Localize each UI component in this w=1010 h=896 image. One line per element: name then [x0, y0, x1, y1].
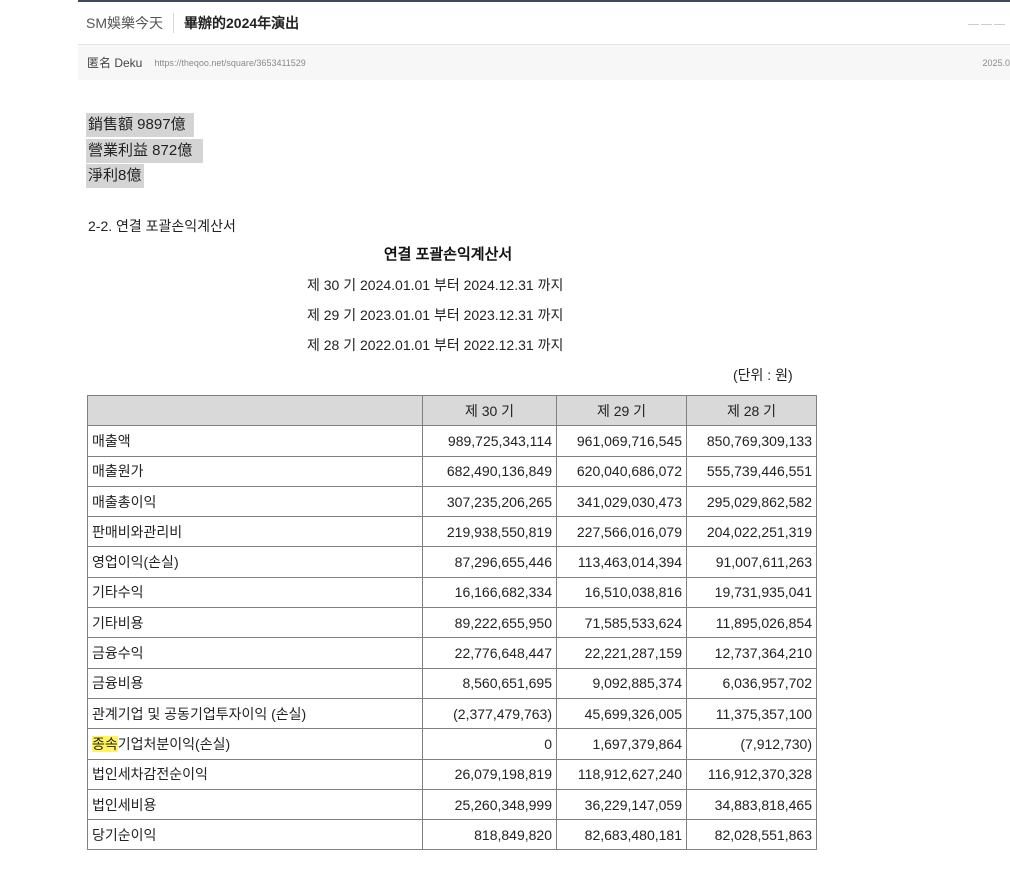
value-29: 1,697,379,864 — [556, 728, 687, 760]
unit-label: (단위 : 원) — [733, 367, 793, 383]
row-label: 기타수익 — [87, 576, 423, 609]
value-28: 116,912,370,328 — [686, 758, 817, 790]
table-row: 법인세비용 25,260,348,999 36,229,147,059 34,8… — [87, 788, 817, 821]
value-29: 22,221,287,159 — [556, 637, 687, 669]
value-28: 12,737,364,210 — [686, 637, 817, 669]
author-name: 匿名 Deku — [87, 56, 143, 70]
column-header-30: 제 30 기 — [422, 394, 557, 427]
category-link[interactable]: SM娛樂今天 — [78, 13, 163, 33]
value-28: 555,739,446,551 — [686, 455, 817, 487]
table-row: 기타비용 89,222,655,950 71,585,533,624 11,89… — [87, 607, 817, 639]
row-label: 관계기업 및 공동기업투자이익 (손실) — [87, 697, 423, 730]
value-30: 0 — [422, 728, 557, 760]
row-label: 기타비용 — [87, 607, 423, 639]
value-30: 25,260,348,999 — [422, 788, 557, 821]
value-28: 82,028,551,863 — [686, 819, 817, 851]
table-row: 판매비와관리비 219,938,550,819 227,566,016,079 … — [87, 516, 817, 548]
value-30: 818,849,820 — [422, 819, 557, 851]
row-label: 판매비와관리비 — [87, 516, 423, 548]
value-29: 45,699,326,005 — [556, 697, 687, 730]
period-28: 제 28 기 2022.01.01 부터 2022.12.31 까지 — [307, 337, 564, 353]
value-30: 219,938,550,819 — [422, 516, 557, 548]
period-29: 제 29 기 2023.01.01 부터 2023.12.31 까지 — [307, 307, 564, 323]
row-label: 종속기업처분이익(손실) — [87, 728, 423, 760]
value-29: 961,069,716,545 — [556, 425, 687, 457]
table-row: 기타수익 16,166,682,334 16,510,038,816 19,73… — [87, 576, 817, 609]
income-statement-table: 제 30 기 제 29 기 제 28 기 매출액 989,725,343,114… — [87, 394, 817, 851]
statement-title: 연결 포괄손익계산서 — [383, 246, 513, 263]
value-28: 34,883,818,465 — [686, 788, 817, 821]
table-row: 종속기업처분이익(손실) 0 1,697,379,864 (7,912,730) — [87, 728, 817, 760]
value-29: 16,510,038,816 — [556, 576, 687, 609]
value-30: 8,560,651,695 — [422, 667, 557, 699]
row-label: 법인세차감전순이익 — [87, 758, 423, 790]
post-header: SM娛樂今天 畢辦的2024年演出 — [78, 2, 1010, 45]
value-28: 6,036,957,702 — [686, 667, 817, 699]
row-label: 영업이익(손실) — [87, 546, 423, 578]
section-title: 2-2. 연결 포괄손익계산서 — [88, 218, 236, 234]
row-label: 매출액 — [87, 425, 423, 457]
value-29: 118,912,627,240 — [556, 758, 687, 790]
header-divider — [173, 13, 174, 33]
row-label: 금융수익 — [87, 637, 423, 669]
period-30: 제 30 기 2024.01.01 부터 2024.12.31 까지 — [307, 277, 564, 293]
column-header-28: 제 28 기 — [686, 394, 817, 427]
value-30: 26,079,198,819 — [422, 758, 557, 790]
summary-sales: 銷售額 9897億 — [86, 113, 194, 137]
value-30: 682,490,136,849 — [422, 455, 557, 487]
post-title: 畢辦的2024年演出 — [184, 15, 300, 31]
row-label: 매출총이익 — [87, 485, 423, 518]
toolbar-lines-icon — [968, 16, 1008, 30]
row-label: 금융비용 — [87, 667, 423, 699]
value-28: 91,007,611,263 — [686, 546, 817, 578]
value-29: 341,029,030,473 — [556, 485, 687, 518]
value-29: 82,683,480,181 — [556, 819, 687, 851]
value-29: 620,040,686,072 — [556, 455, 687, 487]
row-label: 당기순이익 — [87, 819, 423, 851]
value-28: 11,375,357,100 — [686, 697, 817, 730]
value-29: 9,092,885,374 — [556, 667, 687, 699]
row-label: 법인세비용 — [87, 788, 423, 821]
table-row: 매출원가 682,490,136,849 620,040,686,072 555… — [87, 455, 817, 487]
row-label: 매출원가 — [87, 455, 423, 487]
value-28: (7,912,730) — [686, 728, 817, 760]
value-30: 87,296,655,446 — [422, 546, 557, 578]
value-30: 307,235,206,265 — [422, 485, 557, 518]
table-row: 금융비용 8,560,651,695 9,092,885,374 6,036,9… — [87, 667, 817, 699]
post-meta: 匿名 Deku https://theqoo.net/square/365341… — [78, 45, 1010, 80]
value-28: 204,022,251,319 — [686, 516, 817, 548]
post-date: 2025.0 — [982, 57, 1010, 68]
column-header-label — [87, 394, 423, 427]
value-28: 11,895,026,854 — [686, 607, 817, 639]
value-30: (2,377,479,763) — [422, 697, 557, 730]
summary-operating-profit: 營業利益 872億 — [86, 139, 203, 163]
value-29: 36,229,147,059 — [556, 788, 687, 821]
table-row: 매출총이익 307,235,206,265 341,029,030,473 29… — [87, 485, 817, 518]
column-header-29: 제 29 기 — [556, 394, 687, 427]
row-label-rest: 기업처분이익(손실) — [117, 735, 231, 752]
value-29: 71,585,533,624 — [556, 607, 687, 639]
value-30: 89,222,655,950 — [422, 607, 557, 639]
table-row: 당기순이익 818,849,820 82,683,480,181 82,028,… — [87, 819, 817, 851]
value-30: 22,776,648,447 — [422, 637, 557, 669]
table-row: 법인세차감전순이익 26,079,198,819 118,912,627,240… — [87, 758, 817, 790]
post-url[interactable]: https://theqoo.net/square/3653411529 — [154, 58, 305, 68]
value-29: 227,566,016,079 — [556, 516, 687, 548]
value-30: 989,725,343,114 — [422, 425, 557, 457]
value-30: 16,166,682,334 — [422, 576, 557, 609]
value-28: 850,769,309,133 — [686, 425, 817, 457]
highlighted-text: 종속 — [92, 735, 118, 752]
value-28: 19,731,935,041 — [686, 576, 817, 609]
table-row: 영업이익(손실) 87,296,655,446 113,463,014,394 … — [87, 546, 817, 578]
table-row: 관계기업 및 공동기업투자이익 (손실) (2,377,479,763) 45,… — [87, 697, 817, 730]
value-28: 295,029,862,582 — [686, 485, 817, 518]
summary-net-profit: 淨利8億 — [86, 164, 144, 188]
table-row: 매출액 989,725,343,114 961,069,716,545 850,… — [87, 425, 817, 457]
table-header-row: 제 30 기 제 29 기 제 28 기 — [87, 394, 817, 427]
table-row: 금융수익 22,776,648,447 22,221,287,159 12,73… — [87, 637, 817, 669]
value-29: 113,463,014,394 — [556, 546, 687, 578]
